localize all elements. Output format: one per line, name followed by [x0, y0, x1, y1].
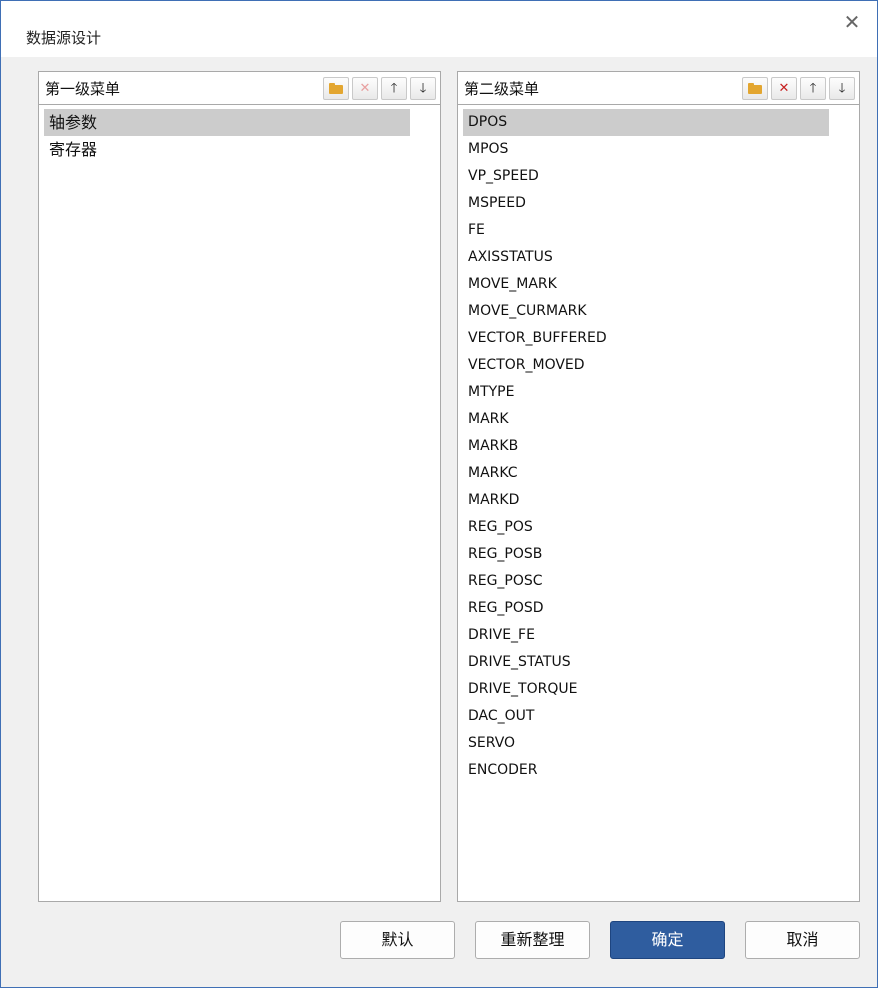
list-item[interactable]: DRIVE_FE [463, 622, 829, 649]
cancel-button[interactable]: 取消 [745, 921, 860, 959]
data-source-design-dialog: 数据源设计 ✕ 第一级菜单 ✕ 🡑 🡓 轴参数 寄存器 第二级菜单 ✕ 🡑 🡓 … [0, 0, 878, 988]
move-down-button[interactable]: 🡓 [410, 77, 436, 100]
first-level-menu-panel: 第一级菜单 ✕ 🡑 🡓 轴参数 寄存器 [38, 71, 441, 902]
list-item[interactable]: FE [463, 217, 829, 244]
first-level-toolbar: ✕ 🡑 🡓 [323, 77, 436, 100]
add-item-button[interactable] [323, 77, 349, 100]
folder-add-icon [329, 83, 343, 94]
arrow-up-icon: 🡑 [390, 81, 398, 96]
move-up-button[interactable]: 🡑 [381, 77, 407, 100]
delete-item-button[interactable]: ✕ [771, 77, 797, 100]
second-level-menu-title: 第二级菜单 [464, 80, 540, 98]
list-item[interactable]: MPOS [463, 136, 829, 163]
second-level-menu-panel: 第二级菜单 ✕ 🡑 🡓 DPOS MPOS VP_SPEED MSPEED FE AXIS… [457, 71, 860, 902]
arrow-down-icon: 🡓 [419, 81, 427, 96]
close-icon[interactable]: ✕ [841, 11, 863, 33]
move-down-button[interactable]: 🡓 [829, 77, 855, 100]
list-item[interactable]: DRIVE_STATUS [463, 649, 829, 676]
list-item[interactable]: 寄存器 [44, 136, 410, 163]
list-item[interactable]: SERVO [463, 730, 829, 757]
first-level-menu-title: 第一级菜单 [45, 80, 121, 98]
list-item[interactable]: REG_POSD [463, 595, 829, 622]
second-level-toolbar: ✕ 🡑 🡓 [742, 77, 855, 100]
list-item[interactable]: ENCODER [463, 757, 829, 784]
add-item-button[interactable] [742, 77, 768, 100]
list-item[interactable]: DPOS [463, 109, 829, 136]
second-level-list[interactable]: DPOS MPOS VP_SPEED MSPEED FE AXISSTATUS MOVE_M… [458, 105, 859, 784]
reorganize-button[interactable]: 重新整理 [475, 921, 590, 959]
delete-icon: ✕ [359, 81, 371, 96]
delete-icon: ✕ [778, 81, 790, 96]
delete-item-button[interactable]: ✕ [352, 77, 378, 100]
list-item[interactable]: VECTOR_BUFFERED [463, 325, 829, 352]
ok-button[interactable]: 确定 [610, 921, 725, 959]
list-item[interactable]: MARK [463, 406, 829, 433]
default-button[interactable]: 默认 [340, 921, 455, 959]
list-item[interactable]: MTYPE [463, 379, 829, 406]
first-level-list[interactable]: 轴参数 寄存器 [39, 105, 440, 163]
list-item[interactable]: MARKD [463, 487, 829, 514]
second-level-menu-header: 第二级菜单 ✕ 🡑 🡓 [458, 72, 859, 105]
list-item[interactable]: VP_SPEED [463, 163, 829, 190]
list-item[interactable]: AXISSTATUS [463, 244, 829, 271]
list-item[interactable]: MOVE_MARK [463, 271, 829, 298]
list-item[interactable]: REG_POS [463, 514, 829, 541]
list-item[interactable]: DAC_OUT [463, 703, 829, 730]
first-level-menu-header: 第一级菜单 ✕ 🡑 🡓 [39, 72, 440, 105]
list-item[interactable]: REG_POSB [463, 541, 829, 568]
arrow-up-icon: 🡑 [809, 81, 817, 96]
list-item[interactable]: DRIVE_TORQUE [463, 676, 829, 703]
list-item[interactable]: MOVE_CURMARK [463, 298, 829, 325]
list-item[interactable]: MARKB [463, 433, 829, 460]
list-item[interactable]: MSPEED [463, 190, 829, 217]
folder-add-icon [748, 83, 762, 94]
arrow-down-icon: 🡓 [838, 81, 846, 96]
list-item[interactable]: MARKC [463, 460, 829, 487]
list-item[interactable]: 轴参数 [44, 109, 410, 136]
list-item[interactable]: REG_POSC [463, 568, 829, 595]
list-item[interactable]: VECTOR_MOVED [463, 352, 829, 379]
title-bar: 数据源设计 ✕ [1, 1, 877, 57]
dialog-title: 数据源设计 [26, 29, 102, 47]
move-up-button[interactable]: 🡑 [800, 77, 826, 100]
